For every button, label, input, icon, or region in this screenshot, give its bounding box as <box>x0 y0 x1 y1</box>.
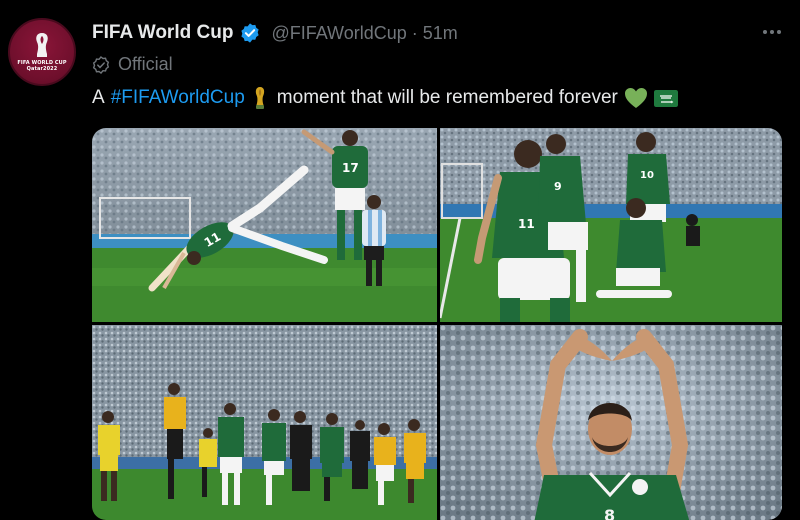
media-grid: 11 17 11 9 10 8 <box>92 128 782 520</box>
avatar[interactable]: FIFA WORLD CUP Qatar2022 <box>8 18 76 86</box>
display-name[interactable]: FIFA World Cup <box>92 22 233 44</box>
svg-text:8: 8 <box>604 506 615 520</box>
avatar-logo-text: FIFA WORLD CUP Qatar2022 <box>17 60 67 72</box>
more-options-icon[interactable] <box>760 22 784 42</box>
saudi-flag-icon <box>653 89 678 107</box>
timestamp[interactable]: 51m <box>423 23 458 44</box>
account-handle[interactable]: @FIFAWorldCup <box>271 23 406 44</box>
trophy-logo-icon <box>36 33 48 57</box>
svg-text:17: 17 <box>342 161 359 175</box>
tweet-header: FIFA World Cup @FIFAWorldCup · 51m <box>92 20 458 46</box>
hashtag-link[interactable]: #FIFAWorldCup <box>111 87 245 109</box>
photo-player-cartwheel[interactable]: 11 17 <box>92 128 437 322</box>
verified-badge-icon <box>241 23 260 43</box>
photo-team-on-pitch[interactable] <box>92 325 437 520</box>
svg-text:10: 10 <box>640 170 654 181</box>
tweet-body: moment that will be remembered forever <box>276 87 618 108</box>
photo-heart-hands[interactable]: 8 <box>440 325 782 520</box>
official-label-text: Official <box>118 54 173 74</box>
svg-text:11: 11 <box>518 217 535 231</box>
official-label-icon <box>92 55 110 74</box>
official-label: Official <box>92 54 173 75</box>
photo-players-celebrating[interactable]: 11 9 10 <box>440 128 782 322</box>
trophy-emoji-icon <box>255 87 264 109</box>
separator: · <box>411 22 418 43</box>
tweet-text: A #FIFAWorldCup moment that will be reme… <box>92 86 678 110</box>
svg-text:9: 9 <box>554 180 562 193</box>
green-heart-icon <box>624 88 647 108</box>
tweet-prefix: A <box>92 87 105 108</box>
